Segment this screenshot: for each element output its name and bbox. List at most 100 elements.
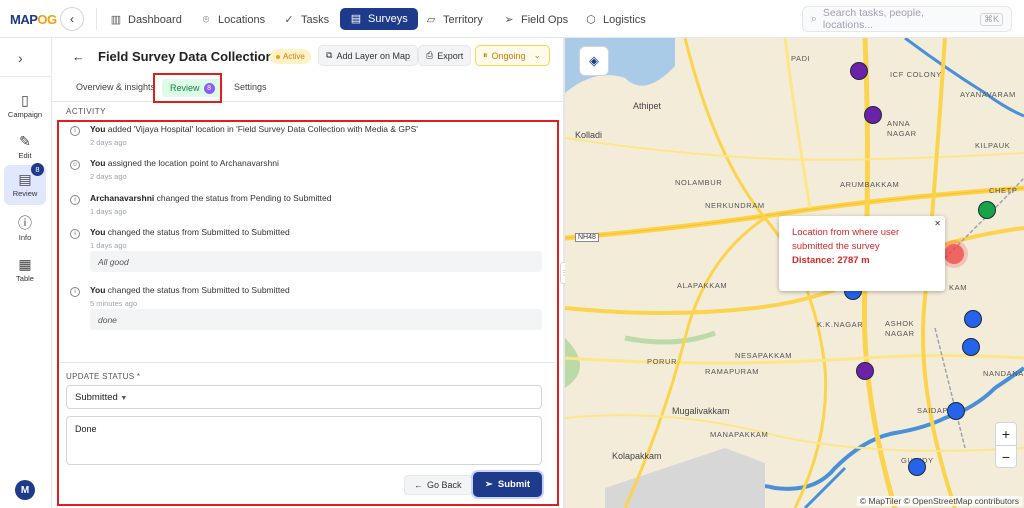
sidebar-item-info[interactable]: ⓘ Info [4, 209, 46, 249]
sidebar-item-campaign[interactable]: ▯ Campaign [4, 86, 46, 126]
map-label: PADI [791, 54, 811, 63]
layers-icon[interactable]: ◈ [579, 46, 609, 76]
map-label: NAGAR [887, 129, 917, 138]
map-label: NERKUNDRAM [705, 201, 765, 210]
map-label: Kolladi [575, 130, 603, 140]
map-icon: ▱ [426, 14, 436, 26]
road-secondary [783, 38, 812, 209]
review-count-badge: 8 [31, 163, 44, 176]
search-icon: ⌕ [811, 12, 817, 25]
map-label: Kolapakkam [612, 451, 662, 461]
layers-icon: ⧉ [326, 50, 333, 60]
add-layer-button[interactable]: ⧉ Add Layer on Map [318, 45, 418, 66]
avatar[interactable]: M [15, 480, 35, 500]
location-marker[interactable] [947, 402, 965, 420]
location-marker[interactable] [962, 338, 980, 356]
park-strip [624, 330, 716, 345]
map-attribution[interactable]: © MapTiler © OpenStreetMap contributors [856, 496, 1022, 506]
nav-divider [96, 8, 97, 30]
send-icon: ➢ [504, 14, 514, 26]
map-view[interactable]: ◈ PADI ICF COLONY AYANAVARAM Athipet ANN… [565, 38, 1024, 508]
close-icon[interactable]: ✕ [934, 217, 941, 231]
road-secondary [565, 354, 1024, 365]
ongoing-dropdown[interactable]: ⏸ Ongoing ⌄ [475, 45, 550, 66]
road-secondary [565, 414, 1024, 452]
review-highlight-box [57, 120, 559, 506]
map-label: RAMAPURAM [705, 367, 760, 376]
nav-logistics[interactable]: ⬡ Logistics [585, 10, 646, 30]
location-marker[interactable] [964, 310, 982, 328]
back-arrow-icon[interactable]: ← [72, 49, 85, 64]
map-label: NESAPAKKAM [735, 351, 793, 360]
zoom-control: + − [995, 422, 1017, 468]
map-label: ASHOK [885, 319, 915, 328]
clipboard-icon: ▯ [21, 92, 29, 108]
survey-panel: ← Field Survey Data Collection w... Acti… [52, 38, 563, 508]
park-area [565, 338, 580, 388]
map-label: Mugalivakkam [672, 406, 730, 416]
highway-shield: NH48 [575, 233, 599, 242]
back-arrow-icon[interactable]: ‹ [60, 7, 84, 31]
map-label: ICF COLONY [890, 70, 942, 79]
clipboard-icon: ▤ [350, 13, 362, 25]
status-dot-icon [276, 54, 280, 59]
location-marker[interactable] [908, 458, 926, 476]
bar-chart-icon: ▥ [110, 14, 122, 26]
chevron-down-icon: ⌄ [533, 50, 542, 60]
location-marker[interactable] [864, 106, 882, 124]
export-button[interactable]: ⎙ Export [418, 45, 472, 66]
map-label: KILPAUK [975, 141, 1011, 150]
map-label: MANAPAKKAM [710, 430, 769, 439]
road-secondary [565, 137, 1024, 161]
location-marker[interactable] [850, 62, 868, 80]
nav-field-ops[interactable]: ➢ Field Ops [503, 10, 568, 30]
status-badge: Active [270, 49, 311, 64]
nav-tasks[interactable]: ✓ Tasks [283, 10, 329, 30]
map-label: NANDANAM [983, 369, 1024, 378]
tab-settings[interactable]: Settings [234, 82, 267, 92]
tab-bar: Overview & insights Review 8 Settings [52, 74, 563, 102]
expand-sidebar-icon[interactable]: › [18, 50, 23, 66]
nav-locations[interactable]: ⌾ Locations [200, 10, 265, 30]
pause-icon: ⏸ [483, 50, 488, 60]
review-tab-highlight [153, 73, 222, 103]
export-icon: ⎙ [426, 50, 434, 60]
grid-icon: ▦ [18, 256, 32, 272]
document-icon: ▤ [18, 171, 32, 187]
map-label: CHETP [989, 186, 1018, 195]
zoom-out-button[interactable]: − [996, 446, 1016, 468]
box-icon: ⬡ [586, 14, 596, 26]
top-nav: MAPOG ‹ ▥ Dashboard ⌾ Locations ✓ Tasks ▤ Su… [0, 0, 1024, 38]
app-logo[interactable]: MAPOG [10, 12, 57, 27]
location-marker[interactable] [856, 362, 874, 380]
location-marker[interactable] [978, 201, 996, 219]
map-label: ANNA [887, 119, 911, 128]
nav-surveys[interactable]: ▤ Surveys [340, 8, 418, 30]
map-label: AYANAVARAM [960, 90, 1016, 99]
map-label: Athipet [633, 101, 662, 111]
info-icon: ⓘ [18, 215, 32, 231]
map-label: PORUR [647, 357, 678, 366]
map-label: ALAPAKKAM [677, 281, 728, 290]
sidebar: › ▯ Campaign ✎ Edit ▤ Review 8 ⓘ Info ▦ Table … [0, 38, 52, 508]
page-title: Field Survey Data Collection w... [98, 49, 298, 64]
railway [934, 327, 966, 449]
map-label: ARUMBAKKAM [840, 180, 900, 189]
search-input[interactable]: ⌕ Search tasks, people, locations... ⌘K [802, 6, 1012, 32]
nav-territory[interactable]: ▱ Territory [425, 10, 483, 30]
keyboard-shortcut: ⌘K [979, 12, 1003, 26]
nav-dashboard[interactable]: ▥ Dashboard [110, 10, 182, 30]
sidebar-item-table[interactable]: ▦ Table [4, 250, 46, 290]
sidebar-item-review[interactable]: ▤ Review 8 [4, 163, 46, 205]
sidebar-item-edit[interactable]: ✎ Edit [4, 127, 46, 167]
activity-label: ACTIVITY [66, 107, 107, 116]
check-icon: ✓ [284, 14, 294, 26]
map-label: NOLAMBUR [675, 178, 723, 187]
sidebar-divider [0, 76, 52, 77]
map-popup: ✕ Location from where user submitted the… [779, 216, 945, 291]
pin-icon: ⌾ [202, 14, 210, 26]
submission-location-marker[interactable] [944, 244, 964, 264]
tab-overview[interactable]: Overview & insights [76, 82, 155, 92]
edit-icon: ✎ [19, 133, 31, 149]
zoom-in-button[interactable]: + [996, 423, 1016, 445]
